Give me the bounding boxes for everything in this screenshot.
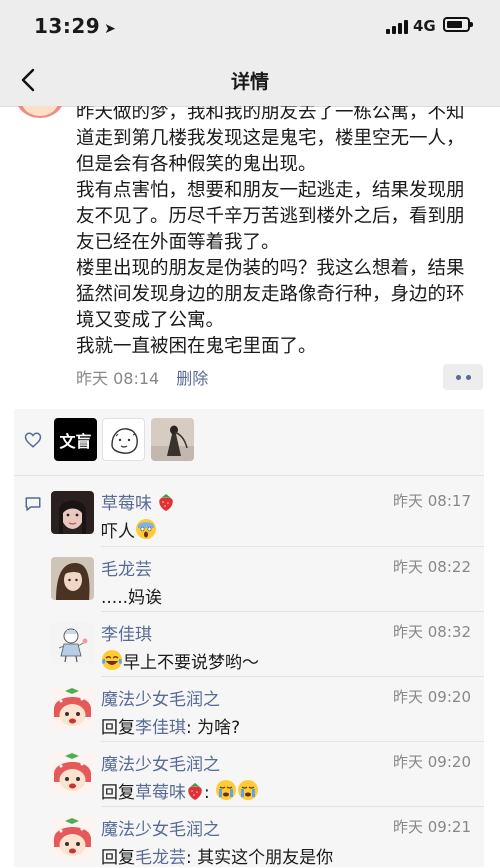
more-dots-icon [465,374,471,380]
post-paragraph: 我就一直被困在鬼宅里面了。 [76,336,317,357]
tears-of-joy-emoji-icon [102,650,122,670]
status-time: 13:29 ➤ [34,14,116,38]
comment-time: 昨天 09:20 [393,753,471,771]
battery-icon [443,17,473,32]
commenter-avatar[interactable] [51,491,94,534]
network-label: 4G [413,17,436,35]
comment-time: 昨天 09:21 [393,818,471,836]
comment-time: 昨天 08:32 [393,623,471,641]
commenter-avatar[interactable] [51,557,94,600]
reply-to-name[interactable]: 草莓味 [135,783,186,803]
strawberry-emoji-icon [188,783,202,800]
signal-icon [386,20,408,34]
comment-item[interactable]: 草莓味 昨天 08:17 吓人 [14,481,484,547]
post-paragraph: 我有点害怕，想要和朋友一起逃走，结果发现朋友不见了。历尽千辛万苦逃到楼外之后，看… [76,180,465,253]
comment-item[interactable]: 毛龙芸 昨天 08:22 .....妈诶 [14,547,484,612]
strawberry-emoji-icon [159,494,174,511]
comment-text: 回复毛龙芸: 其实这个朋友是你 [101,843,333,868]
comment-item[interactable]: 魔法少女毛润之 昨天 09:20 回复李佳琪: 为啥? [14,677,484,742]
commenter-name[interactable]: 草莓味 [101,489,175,514]
comment-text: 回复李佳琪: 为啥? [101,713,240,738]
status-bar: 13:29 ➤ 4G [0,0,500,54]
reply-prefix: 回复 [101,848,135,868]
commenter-name[interactable]: 魔法少女毛润之 [101,815,220,840]
commenter-avatar[interactable] [51,687,94,730]
like-avatar-3[interactable] [151,418,194,461]
comment-item[interactable]: 魔法少女毛润之 昨天 09:21 回复毛龙芸: 其实这个朋友是你 [14,807,484,868]
post-time: 昨天 08:14 [76,369,160,388]
commenter-avatar[interactable] [51,817,94,860]
comment-text: .....妈诶 [101,588,163,608]
like-avatar-2[interactable] [102,418,145,461]
comment-body: : 为啥? [186,718,241,738]
comment-time: 昨天 09:20 [393,688,471,706]
commenter-avatar[interactable] [51,752,94,795]
post-meta: 昨天 08:14 删除 [76,365,208,389]
commenter-name[interactable]: 魔法少女毛润之 [101,750,220,775]
post-paragraph: 昨天做的梦，我和我的朋友去了一栋公寓，不知道走到第几楼我发现这是鬼宅，楼里空无一… [76,106,465,175]
location-arrow-icon: ➤ [104,21,117,37]
reply-to-name[interactable]: 毛龙芸 [135,848,186,868]
comment-body: : [204,783,216,803]
more-button[interactable] [443,364,483,390]
comment-body: 吓人 [101,522,135,542]
commenter-name[interactable]: 魔法少女毛润之 [101,685,220,710]
reply-to-name[interactable]: 李佳琪 [135,718,186,738]
delete-link[interactable]: 删除 [176,369,208,388]
comment-text: 吓人 [101,517,157,542]
comment-text: 早上不要说梦哟～ [101,648,259,673]
comment-body: : 其实这个朋友是你 [186,848,334,868]
page-title: 详情 [230,71,269,93]
time-text: 13:29 [34,14,101,38]
post-paragraph: 楼里出现的朋友是伪装的吗？我这么想着，结果猛然间发现身边的朋友走路像奇行种，身边… [76,258,465,331]
comment-time: 昨天 08:17 [393,492,471,510]
comment-item[interactable]: 魔法少女毛润之 昨天 09:20 回复草莓味: [14,742,484,807]
comment-item[interactable]: 李佳琪 昨天 08:32 早上不要说梦哟～ [14,612,484,677]
commenter-avatar[interactable] [51,622,94,665]
name-text: 草莓味 [101,494,152,514]
interactions-panel: 文盲 草莓味 昨天 08:17 吓人 毛龙芸 昨天 08:22 .....妈诶 [14,409,484,868]
poster-avatar[interactable] [14,106,66,122]
more-dots-icon [455,374,461,380]
scream-emoji-icon [136,519,156,539]
like-avatar-1[interactable]: 文盲 [54,418,97,461]
likes-row: 文盲 [14,409,484,476]
moment-post: 昨天做的梦，我和我的朋友去了一栋公寓，不知道走到第几楼我发现这是鬼宅，楼里空无一… [0,106,500,401]
crying-emoji-icon [238,780,259,800]
comment-text: 回复草莓味: [101,778,259,803]
commenter-name[interactable]: 李佳琪 [101,620,152,645]
avatar-text: 文盲 [59,431,92,451]
nav-bar: 详情 [0,54,500,107]
commenter-name[interactable]: 毛龙芸 [101,555,152,580]
reply-prefix: 回复 [101,718,135,738]
reply-prefix: 回复 [101,783,135,803]
comment-body: 早上不要说梦哟～ [123,653,259,673]
post-text: 昨天做的梦，我和我的朋友去了一栋公寓，不知道走到第几楼我发现这是鬼宅，楼里空无一… [76,106,476,360]
comment-time: 昨天 08:22 [393,558,471,576]
crying-emoji-icon [216,780,237,800]
heart-icon [24,432,42,448]
